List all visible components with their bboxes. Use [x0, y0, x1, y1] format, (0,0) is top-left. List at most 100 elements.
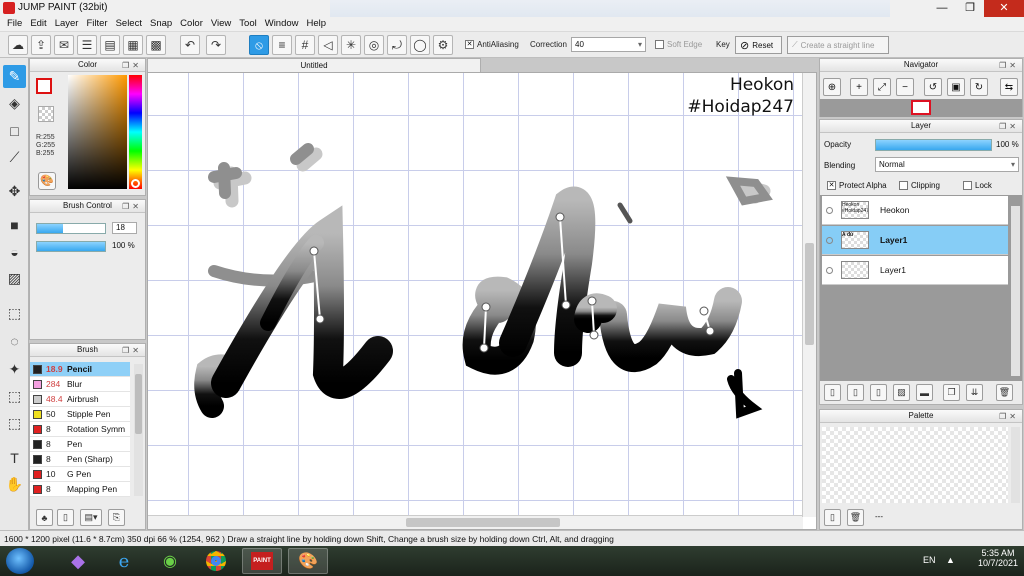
menu-snap[interactable]: Snap [147, 17, 177, 31]
horizontal-scroll-thumb[interactable] [406, 518, 560, 527]
bucket-tool-icon[interactable]: ◒ [3, 240, 26, 263]
visual-studio-icon[interactable]: ◆ [58, 548, 98, 574]
delete-layer-icon[interactable]: 🗑 [996, 384, 1013, 401]
duplicate-layer-icon[interactable]: ❐ [943, 384, 960, 401]
brush-item[interactable]: 8 Rotation Symm [30, 422, 130, 437]
menu-window[interactable]: Window [262, 17, 304, 31]
foreground-color-swatch[interactable] [36, 78, 52, 94]
page-icon[interactable]: ▦ [123, 35, 143, 55]
paint-app-taskbar-icon[interactable]: 🎨 [288, 548, 328, 574]
blending-select[interactable]: Normal ▾ [875, 157, 1019, 172]
layer-visibility-icon[interactable] [826, 236, 833, 244]
navigator-preview[interactable] [820, 99, 1022, 117]
new-layer-8bit-icon[interactable]: ▯ [847, 384, 864, 401]
snap-off-icon[interactable]: ⦸ [249, 35, 269, 55]
undo-icon[interactable]: ↶ [180, 35, 200, 55]
menu-select[interactable]: Select [113, 17, 147, 31]
panel-controls-icon[interactable]: ❐✕ [999, 60, 1019, 72]
menu-view[interactable]: View [208, 17, 236, 31]
layer-row[interactable]: Heokon #Hoidap247 Heokon [822, 196, 1008, 225]
menu-tool[interactable]: Tool [236, 17, 261, 31]
menu-help[interactable]: Help [304, 17, 332, 31]
lock-checkbox[interactable] [963, 181, 972, 190]
hand-tool-icon[interactable]: ✋ [3, 473, 26, 496]
merge-layer-icon[interactable]: ⇊ [966, 384, 983, 401]
clipping-checkbox[interactable] [899, 181, 908, 190]
snap-concentric-icon[interactable]: ◎ [364, 35, 384, 55]
move-tool-icon[interactable]: ✥ [3, 180, 26, 203]
jump-paint-taskbar-icon[interactable]: PAINT [242, 548, 282, 574]
brush-list-scrollbar[interactable] [134, 364, 143, 496]
snap-settings-icon[interactable]: ⚙ [433, 35, 453, 55]
brush-item[interactable]: 8 Mapping Pen [30, 482, 130, 497]
snap-curve-icon[interactable]: ⤾ [387, 35, 407, 55]
canvas-vertical-scrollbar[interactable] [802, 73, 816, 517]
panel-controls-icon[interactable]: ❐✕ [122, 201, 142, 213]
zoom-fit-icon[interactable]: ⊕ [823, 78, 841, 96]
layer-opacity-slider[interactable] [875, 139, 992, 151]
brush-item[interactable]: 50 Stipple Pen [30, 407, 130, 422]
gradient-tool-icon[interactable]: ▨ [3, 267, 26, 290]
brush-size-input[interactable]: 18 [112, 222, 137, 234]
palette-swatches[interactable] [822, 427, 1008, 503]
comment-icon[interactable]: ✉ [54, 35, 74, 55]
internet-explorer-icon[interactable]: e [104, 548, 144, 574]
panel-controls-icon[interactable]: ❐✕ [122, 345, 142, 357]
brush-size-slider[interactable] [36, 223, 106, 234]
canvas-tab[interactable]: Untitled [147, 58, 481, 72]
correction-select[interactable]: 40 ▾ [571, 37, 646, 52]
redo-icon[interactable]: ↷ [206, 35, 226, 55]
transparent-color-swatch[interactable] [38, 106, 54, 122]
brush-settings-icon[interactable]: ⎘ [108, 509, 125, 526]
brush-item[interactable]: 18.9 Pencil [30, 362, 130, 377]
snap-vanishing-icon[interactable]: ◁ [318, 35, 338, 55]
magic-wand-tool-icon[interactable]: ✦ [3, 358, 26, 381]
select-pen-tool-icon[interactable]: ⬚ [3, 385, 26, 408]
panel-controls-icon[interactable]: ❐✕ [122, 60, 142, 72]
snap-parallel-icon[interactable]: ≡ [272, 35, 292, 55]
line-tool-icon[interactable]: ⟋ [3, 146, 26, 169]
brush-shape-icon[interactable]: ♣ [36, 509, 53, 526]
brush-item[interactable]: 8 Pen [30, 437, 130, 452]
minimize-button[interactable]: — [928, 0, 956, 17]
hue-handle[interactable] [131, 179, 140, 188]
new-brush-icon[interactable]: ▯ [57, 509, 74, 526]
fit-window-icon[interactable]: ▣ [947, 78, 965, 96]
snap-circle-icon[interactable]: ◯ [410, 35, 430, 55]
delete-palette-color-icon[interactable]: 🗑 [847, 509, 864, 526]
menu-color[interactable]: Color [177, 17, 208, 31]
antialiasing-checkbox[interactable]: ✕ [465, 40, 474, 49]
share-icon[interactable]: ⇪ [31, 35, 51, 55]
pen-tool-icon[interactable]: ✎ [3, 65, 26, 88]
text-tool-icon[interactable]: T [3, 446, 26, 469]
new-folder-icon[interactable]: ▬ [916, 384, 933, 401]
new-layer-icon[interactable]: ▯ [824, 384, 841, 401]
snap-radial-icon[interactable]: ✳ [341, 35, 361, 55]
zoom-in-icon[interactable]: + [850, 78, 868, 96]
panel-controls-icon[interactable]: ❐✕ [999, 411, 1019, 423]
brush-opacity-slider[interactable] [36, 241, 106, 252]
cloud-icon[interactable]: ☁ [8, 35, 28, 55]
select-eraser-tool-icon[interactable]: ⬚ [3, 412, 26, 435]
panel-controls-icon[interactable]: ❐✕ [999, 121, 1019, 133]
list-icon[interactable]: ☰ [77, 35, 97, 55]
select-tool-icon[interactable]: ⬚ [3, 302, 26, 325]
brush-list-scroll-thumb[interactable] [135, 374, 142, 434]
rotate-right-icon[interactable]: ↻ [970, 78, 988, 96]
palette-scrollbar[interactable] [1011, 427, 1020, 503]
zoom-actual-icon[interactable]: ⤢ [873, 78, 891, 96]
shape-fill-tool-icon[interactable]: ■ [3, 213, 26, 236]
canvas-horizontal-scrollbar[interactable] [148, 515, 803, 529]
brush-item[interactable]: 48.4 Airbrush [30, 392, 130, 407]
canvas-area[interactable]: Heokon #Hoidap247 [147, 72, 817, 530]
brush-item[interactable]: 10 G Pen [30, 467, 130, 482]
hue-slider[interactable] [129, 75, 142, 189]
tray-chevron-icon[interactable]: ▲ [946, 555, 955, 565]
brush-menu-icon[interactable]: ▤▾ [80, 509, 102, 526]
brush-item[interactable]: 284 Blur [30, 377, 130, 392]
soft-edge-checkbox[interactable] [655, 40, 664, 49]
lasso-tool-icon[interactable]: ◌ [3, 329, 26, 352]
maximize-button[interactable]: ❐ [956, 0, 984, 17]
brush-item[interactable]: 8 Pen (Sharp) [30, 452, 130, 467]
start-button[interactable] [6, 548, 34, 574]
